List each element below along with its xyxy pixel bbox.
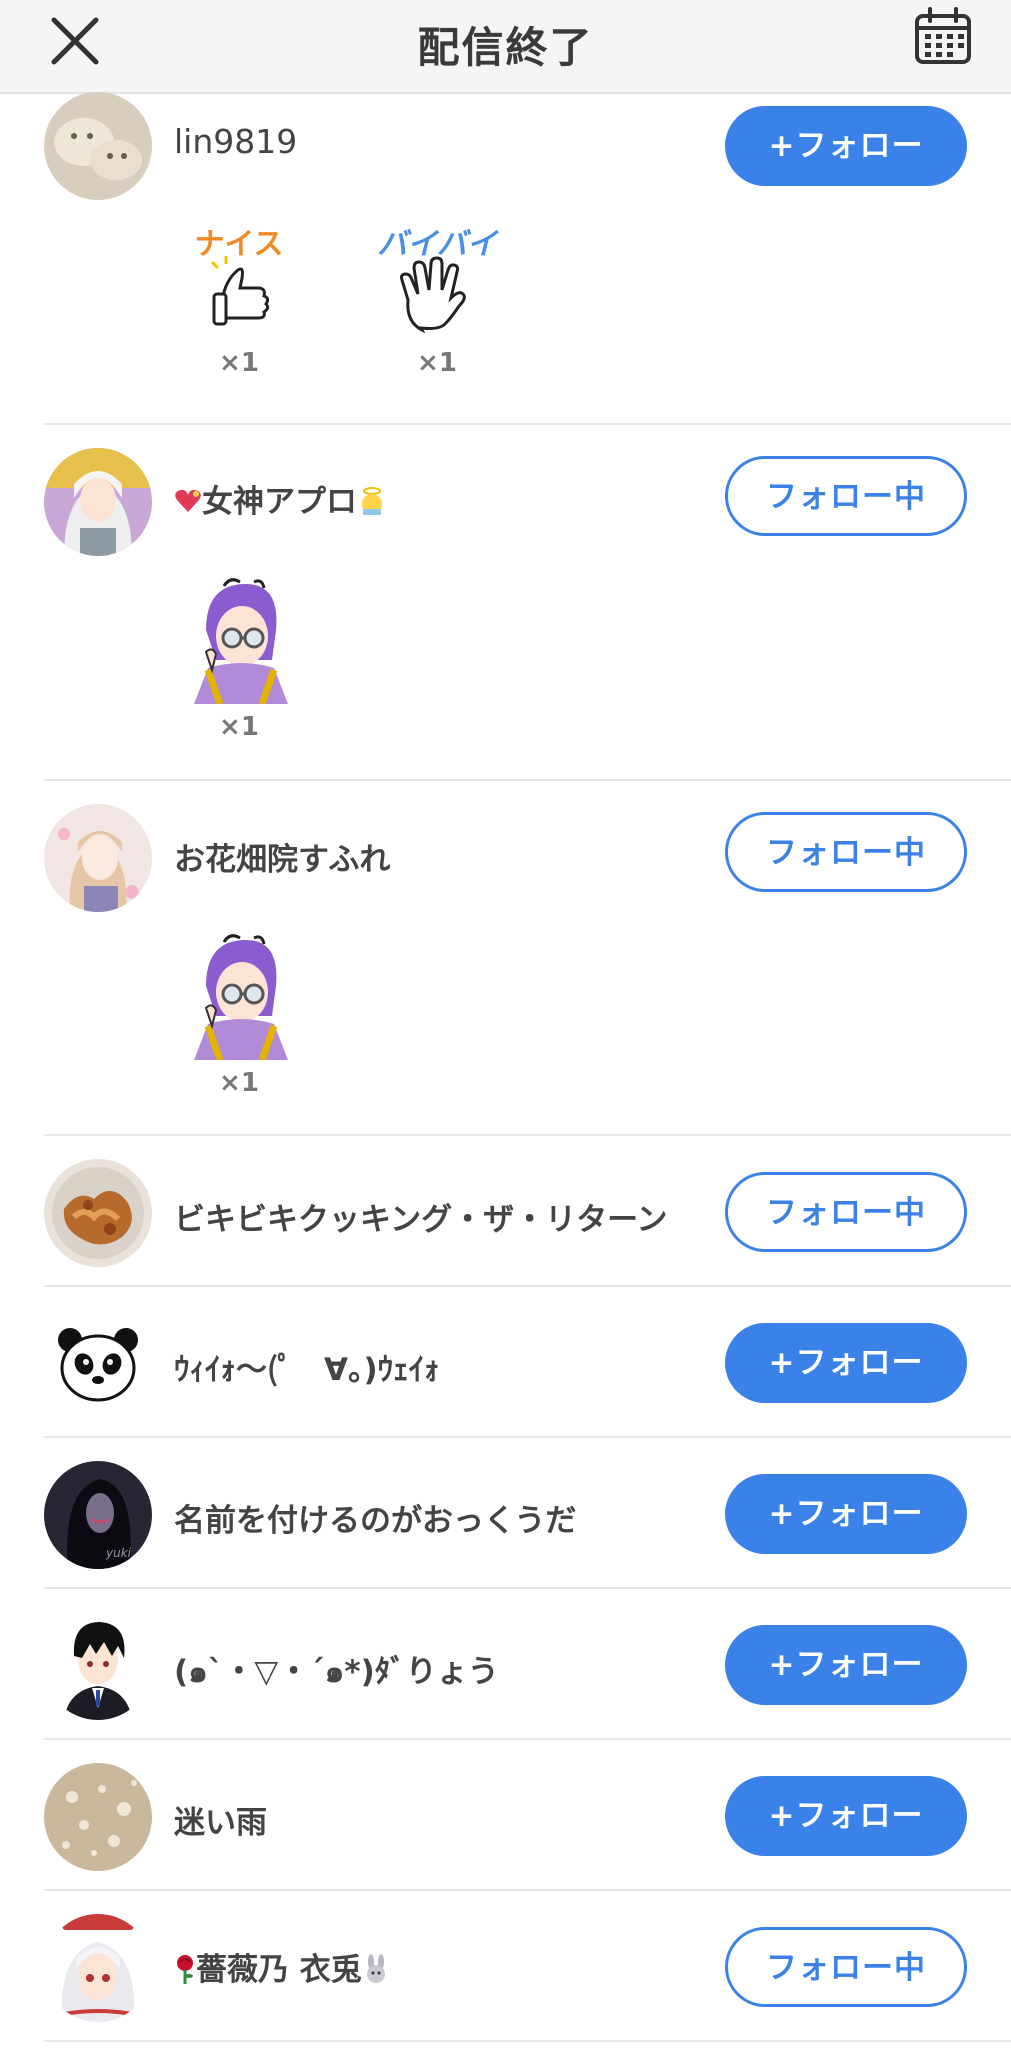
gift-item: バイバイ ×1 [372,222,502,378]
avatar[interactable] [44,92,152,200]
avatar[interactable] [44,1763,152,1871]
character-sticker-icon [194,578,288,706]
divider [44,423,1011,425]
avatar[interactable] [44,1612,152,1720]
rose-icon [174,1954,196,1990]
avatar[interactable] [44,448,152,556]
username-row[interactable]: 女神アプロ [174,476,387,521]
svg-text:yuki: yuki [105,1546,132,1560]
divider [44,1134,1011,1136]
page-title: 配信終了 [417,23,594,72]
gift-nice-sticker-icon: ナイス [194,227,284,326]
follow-button[interactable]: +フォロー [725,1323,967,1403]
gift-byebye-sticker-icon: バイバイ [377,227,500,334]
following-button[interactable]: フォロー中 [725,1172,967,1252]
gift-item: ナイス ×1 [174,222,304,378]
following-button[interactable]: フォロー中 [725,812,967,892]
username[interactable]: ｳｨｲｫ〜(ﾟ ∀。)ｳｪｲｫ [174,1344,440,1389]
avatar[interactable]: yuki [44,1461,152,1569]
username[interactable]: お花畑院すふれ [174,834,390,879]
follow-button[interactable]: +フォロー [725,1625,967,1705]
divider [44,1436,1011,1438]
angel-icon [357,486,387,521]
follow-button[interactable]: +フォロー [725,1474,967,1554]
divider [44,1889,1011,1891]
divider [44,1587,1011,1589]
gift-count: ×1 [219,712,259,742]
heart-icon [174,488,202,520]
username[interactable]: (๑ˋ・▽・ˊ๑*)ﾀﾞりょう [174,1646,499,1696]
username-row[interactable]: 薔薇乃 衣兎 [174,1944,390,1990]
rabbit-icon [362,1953,390,1990]
username[interactable]: lin9819 [174,122,297,161]
character-sticker-icon [194,934,288,1062]
divider [44,779,1011,781]
username: 女神アプロ [202,484,357,520]
avatar[interactable] [44,1310,152,1418]
calendar-icon[interactable] [912,6,974,68]
follow-button[interactable]: +フォロー [725,1776,967,1856]
gift-item: ×1 [174,574,304,742]
divider [44,1738,1011,1740]
follow-button[interactable]: +フォロー [725,106,967,186]
avatar[interactable] [44,804,152,912]
avatar[interactable] [44,1159,152,1267]
avatar[interactable] [44,1914,152,2022]
divider [44,2040,1011,2042]
top-bar: 配信終了 [0,0,1011,94]
gift-item: ×1 [174,930,304,1098]
gift-count: ×1 [219,1068,259,1098]
gift-count: ×1 [417,348,457,378]
following-button[interactable]: フォロー中 [725,1927,967,2007]
username: 薔薇乃 衣兎 [196,1952,362,1988]
gift-nice-label: ナイス [194,227,283,262]
username[interactable]: 迷い雨 [174,1797,267,1842]
username[interactable]: 名前を付けるのがおっくうだ [174,1495,576,1540]
gift-count: ×1 [219,348,259,378]
divider [44,1285,1011,1287]
following-button[interactable]: フォロー中 [725,456,967,536]
username[interactable]: ビキビキクッキング・ザ・リターン [174,1194,668,1239]
